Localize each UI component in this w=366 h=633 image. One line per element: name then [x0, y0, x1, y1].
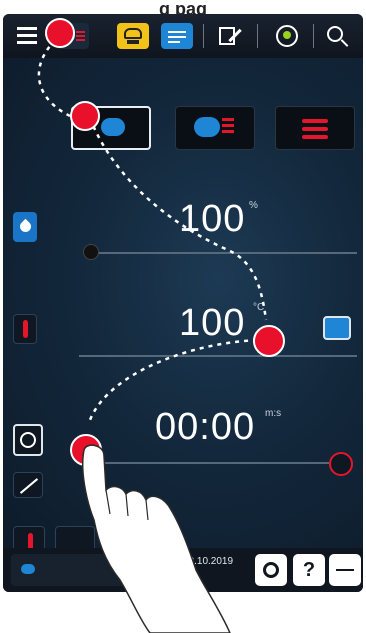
touch-marker-steam	[70, 101, 100, 131]
instruction-overlay	[37, 18, 285, 633]
touch-hand-icon	[81, 444, 231, 633]
touch-marker-temperature	[253, 325, 285, 357]
dotted-guide-path	[37, 33, 268, 421]
touch-marker-menu	[45, 18, 75, 48]
